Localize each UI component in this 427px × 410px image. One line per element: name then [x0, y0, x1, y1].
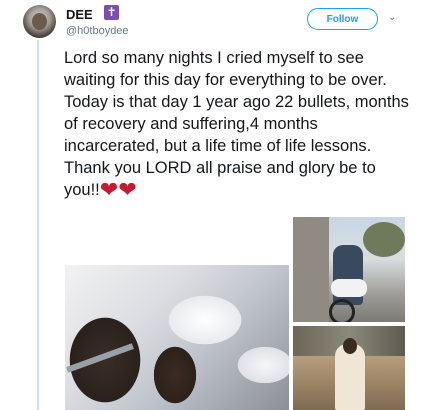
cross-badge-icon: ✝: [104, 5, 119, 20]
photo-wheel: [329, 299, 355, 322]
tweet-photo-wheelchair[interactable]: [293, 217, 405, 322]
photo-pillow: [331, 279, 367, 297]
photo-content: [65, 265, 289, 410]
photo-head: [343, 338, 357, 354]
photo-building: [293, 217, 329, 322]
follow-button[interactable]: Follow: [307, 8, 378, 30]
photo-tree: [363, 222, 405, 257]
tweet-photo-standing[interactable]: [293, 326, 405, 410]
tweet-text: Lord so many nights I cried myself to se…: [64, 47, 409, 201]
heart-icon: ❤: [118, 177, 137, 202]
avatar[interactable]: [23, 5, 56, 38]
heart-icon: ❤: [99, 177, 119, 202]
user-handle[interactable]: @h0tboydee: [66, 25, 129, 37]
thread-line: [37, 40, 39, 410]
chevron-down-icon[interactable]: ⌄: [388, 12, 396, 23]
display-name[interactable]: DEE: [66, 7, 93, 22]
avatar-face: [32, 13, 47, 30]
tweet-photo-hospital[interactable]: [65, 265, 289, 410]
